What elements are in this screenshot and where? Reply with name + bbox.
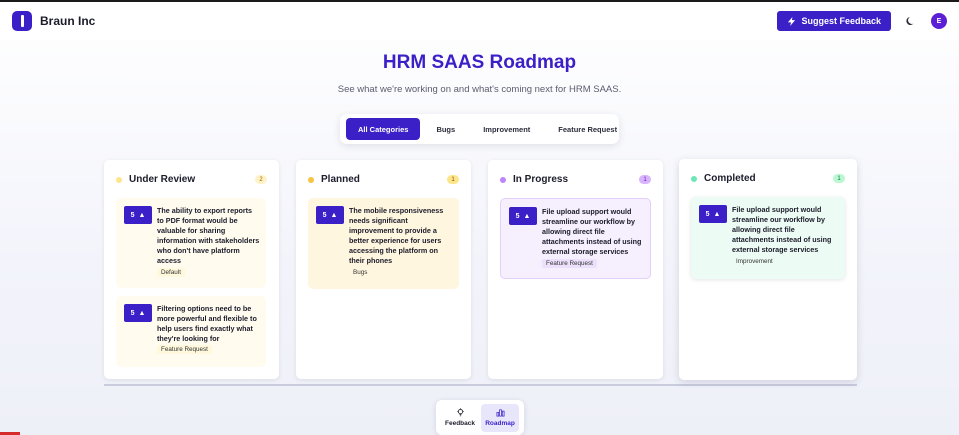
suggest-feedback-label: Suggest Feedback <box>801 16 881 26</box>
category-tag: Feature Request <box>157 345 212 354</box>
roadmap-board: Under Review 2 5 ▲ The ability to export… <box>104 159 857 386</box>
status-dot <box>116 176 122 183</box>
arrow-up-icon: ▲ <box>523 212 531 220</box>
status-dot <box>500 176 506 183</box>
vote-button[interactable]: 5 ▲ <box>124 304 152 322</box>
vote-count: 5 <box>322 211 327 219</box>
column-title: Planned <box>321 174 360 185</box>
vote-button[interactable]: 5 ▲ <box>124 206 152 224</box>
roadmap-card[interactable]: 5 ▲ File upload support would streamline… <box>691 197 845 279</box>
category-tag: Feature Request <box>542 259 597 268</box>
brand-name[interactable]: Braun Inc <box>40 14 95 28</box>
avatar[interactable]: E <box>931 13 947 29</box>
nav-roadmap[interactable]: Roadmap <box>481 403 519 432</box>
status-dot <box>308 176 314 183</box>
filter-all-categories[interactable]: All Categories <box>346 118 421 140</box>
category-tag: Improvement <box>736 258 773 265</box>
nav-feedback-label: Feedback <box>445 420 475 427</box>
category-tag: Bugs <box>353 269 368 276</box>
moon-icon <box>906 17 914 25</box>
roadmap-card[interactable]: 5 ▲ Filtering options need to be more po… <box>116 296 266 367</box>
card-text: The mobile responsiveness needs signific… <box>349 206 444 265</box>
count-badge: 1 <box>447 175 459 184</box>
category-filter: All Categories Bugs Improvement Feature … <box>340 114 619 144</box>
column-completed: Completed 1 5 ▲ File upload support woul… <box>679 159 857 380</box>
filter-feature-request[interactable]: Feature Request <box>546 118 629 140</box>
column-title: In Progress <box>513 174 569 185</box>
arrow-up-icon: ▲ <box>138 309 146 317</box>
vote-count: 5 <box>705 210 710 218</box>
arrow-up-icon: ▲ <box>330 211 338 219</box>
column-planned: Planned 1 5 ▲ The mobile responsiveness … <box>296 160 471 379</box>
lightning-icon <box>788 16 796 26</box>
vote-button[interactable]: 5 ▲ <box>509 207 537 225</box>
vote-button[interactable]: 5 ▲ <box>699 205 727 223</box>
theme-toggle[interactable] <box>905 15 917 27</box>
arrow-up-icon: ▲ <box>138 211 146 219</box>
page-title: HRM SAAS Roadmap <box>382 52 577 73</box>
vote-count: 5 <box>130 309 135 317</box>
card-text: File upload support would streamline our… <box>542 207 642 256</box>
column-in-progress: In Progress 1 5 ▲ File upload support wo… <box>488 160 663 379</box>
logo-icon[interactable] <box>12 11 32 31</box>
arrow-up-icon: ▲ <box>713 210 721 218</box>
count-badge: 2 <box>255 175 267 184</box>
column-title: Under Review <box>129 174 196 185</box>
count-badge: 1 <box>833 174 845 183</box>
column-under-review: Under Review 2 5 ▲ The ability to export… <box>104 160 279 379</box>
bar-chart-icon <box>496 409 504 417</box>
nav-roadmap-label: Roadmap <box>485 420 515 427</box>
vote-count: 5 <box>515 212 520 220</box>
status-dot <box>691 175 697 182</box>
card-text: File upload support would streamline our… <box>732 205 832 254</box>
column-title: Completed <box>704 173 756 184</box>
vote-count: 5 <box>130 211 135 219</box>
page-subtitle: See what we're working on and what's com… <box>337 84 622 95</box>
top-bar: Braun Inc Suggest Feedback E <box>0 0 959 40</box>
nav-feedback[interactable]: Feedback <box>441 404 479 432</box>
vote-button[interactable]: 5 ▲ <box>316 206 344 224</box>
filter-improvement[interactable]: Improvement <box>471 118 542 140</box>
count-badge: 1 <box>639 175 651 184</box>
card-text: Filtering options need to be more powerf… <box>157 304 257 343</box>
roadmap-card[interactable]: 5 ▲ The ability to export reports to PDF… <box>116 198 266 288</box>
roadmap-card[interactable]: 5 ▲ The mobile responsiveness needs sign… <box>308 198 459 289</box>
card-text: The ability to export reports to PDF for… <box>157 206 260 265</box>
suggest-feedback-button[interactable]: Suggest Feedback <box>777 11 891 31</box>
filter-bugs[interactable]: Bugs <box>424 118 467 140</box>
roadmap-card[interactable]: 5 ▲ File upload support would streamline… <box>500 198 651 279</box>
category-tag: Default <box>157 268 185 277</box>
bottom-nav: Feedback Roadmap <box>436 400 524 435</box>
lightbulb-icon <box>456 408 464 417</box>
